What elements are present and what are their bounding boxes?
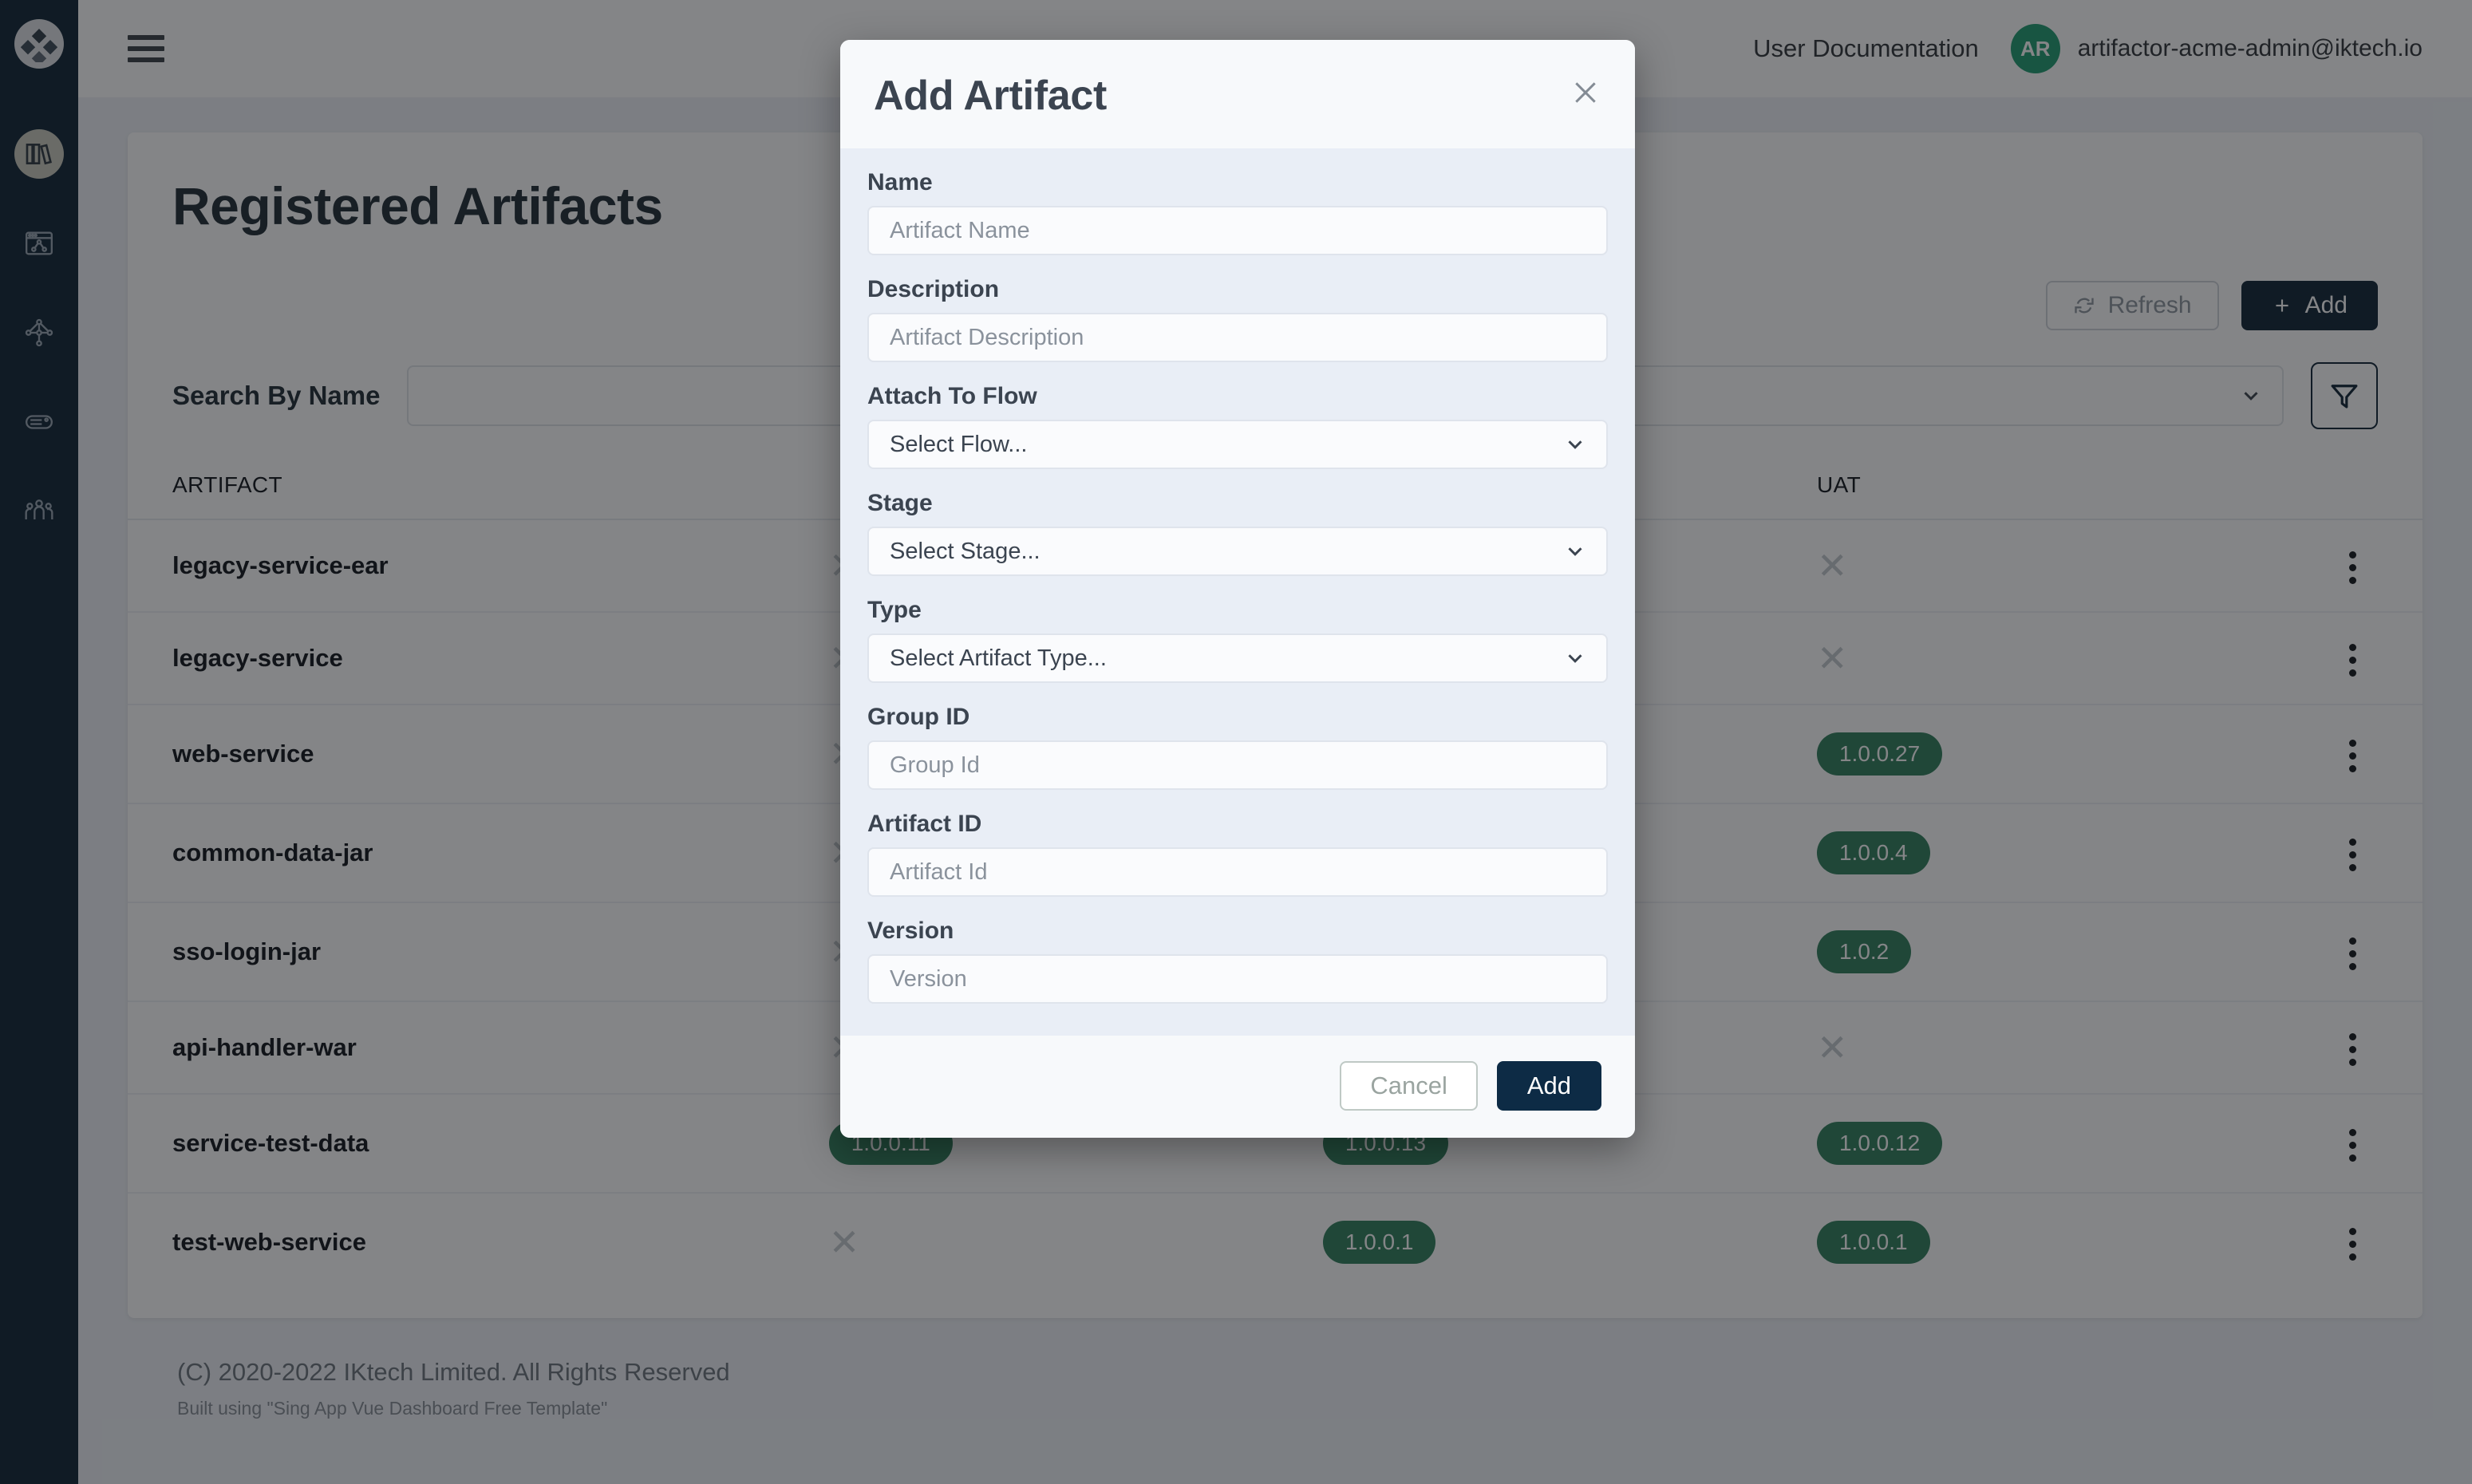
- field-attach-to-flow: Attach To Flow Select Flow...: [867, 383, 1608, 469]
- field-description: Description: [867, 276, 1608, 362]
- stage-select[interactable]: Select Stage...: [867, 527, 1608, 576]
- description-input[interactable]: [867, 313, 1608, 362]
- field-label-attach-to-flow: Attach To Flow: [867, 383, 1037, 409]
- artifact-id-input[interactable]: [867, 847, 1608, 897]
- field-stage: Stage Select Stage...: [867, 490, 1608, 576]
- field-version: Version: [867, 918, 1608, 1004]
- modal-header: Add Artifact: [840, 40, 1635, 148]
- close-glyph: [1575, 82, 1596, 103]
- field-label-group-id: Group ID: [867, 704, 970, 730]
- close-icon[interactable]: [1570, 72, 1601, 112]
- field-label-artifact-id: Artifact ID: [867, 811, 982, 837]
- modal-body: Name Description Attach To Flow Select Flow…: [840, 148, 1635, 1036]
- cancel-button[interactable]: Cancel: [1340, 1061, 1478, 1111]
- field-label-version: Version: [867, 918, 954, 944]
- field-group-id: Group ID: [867, 704, 1608, 790]
- field-artifact-id: Artifact ID: [867, 811, 1608, 897]
- version-input[interactable]: [867, 954, 1608, 1004]
- field-name: Name: [867, 169, 1608, 255]
- field-label-name: Name: [867, 169, 933, 195]
- attach-to-flow-select[interactable]: Select Flow...: [867, 420, 1608, 469]
- field-label-description: Description: [867, 276, 1000, 302]
- name-input[interactable]: [867, 206, 1608, 255]
- modal-title: Add Artifact: [874, 73, 1108, 119]
- field-label-type: Type: [867, 597, 922, 623]
- type-select[interactable]: Select Artifact Type...: [867, 633, 1608, 683]
- modal-footer: Cancel Add: [840, 1036, 1635, 1138]
- field-label-stage: Stage: [867, 490, 933, 516]
- submit-add-button[interactable]: Add: [1496, 1061, 1601, 1111]
- add-artifact-modal: Add Artifact Name Description Attach To Fl…: [840, 40, 1635, 1138]
- group-id-input[interactable]: [867, 740, 1608, 790]
- app-root: User Documentation AR artifactor-acme-ad…: [0, 0, 2472, 1484]
- field-type: Type Select Artifact Type...: [867, 597, 1608, 683]
